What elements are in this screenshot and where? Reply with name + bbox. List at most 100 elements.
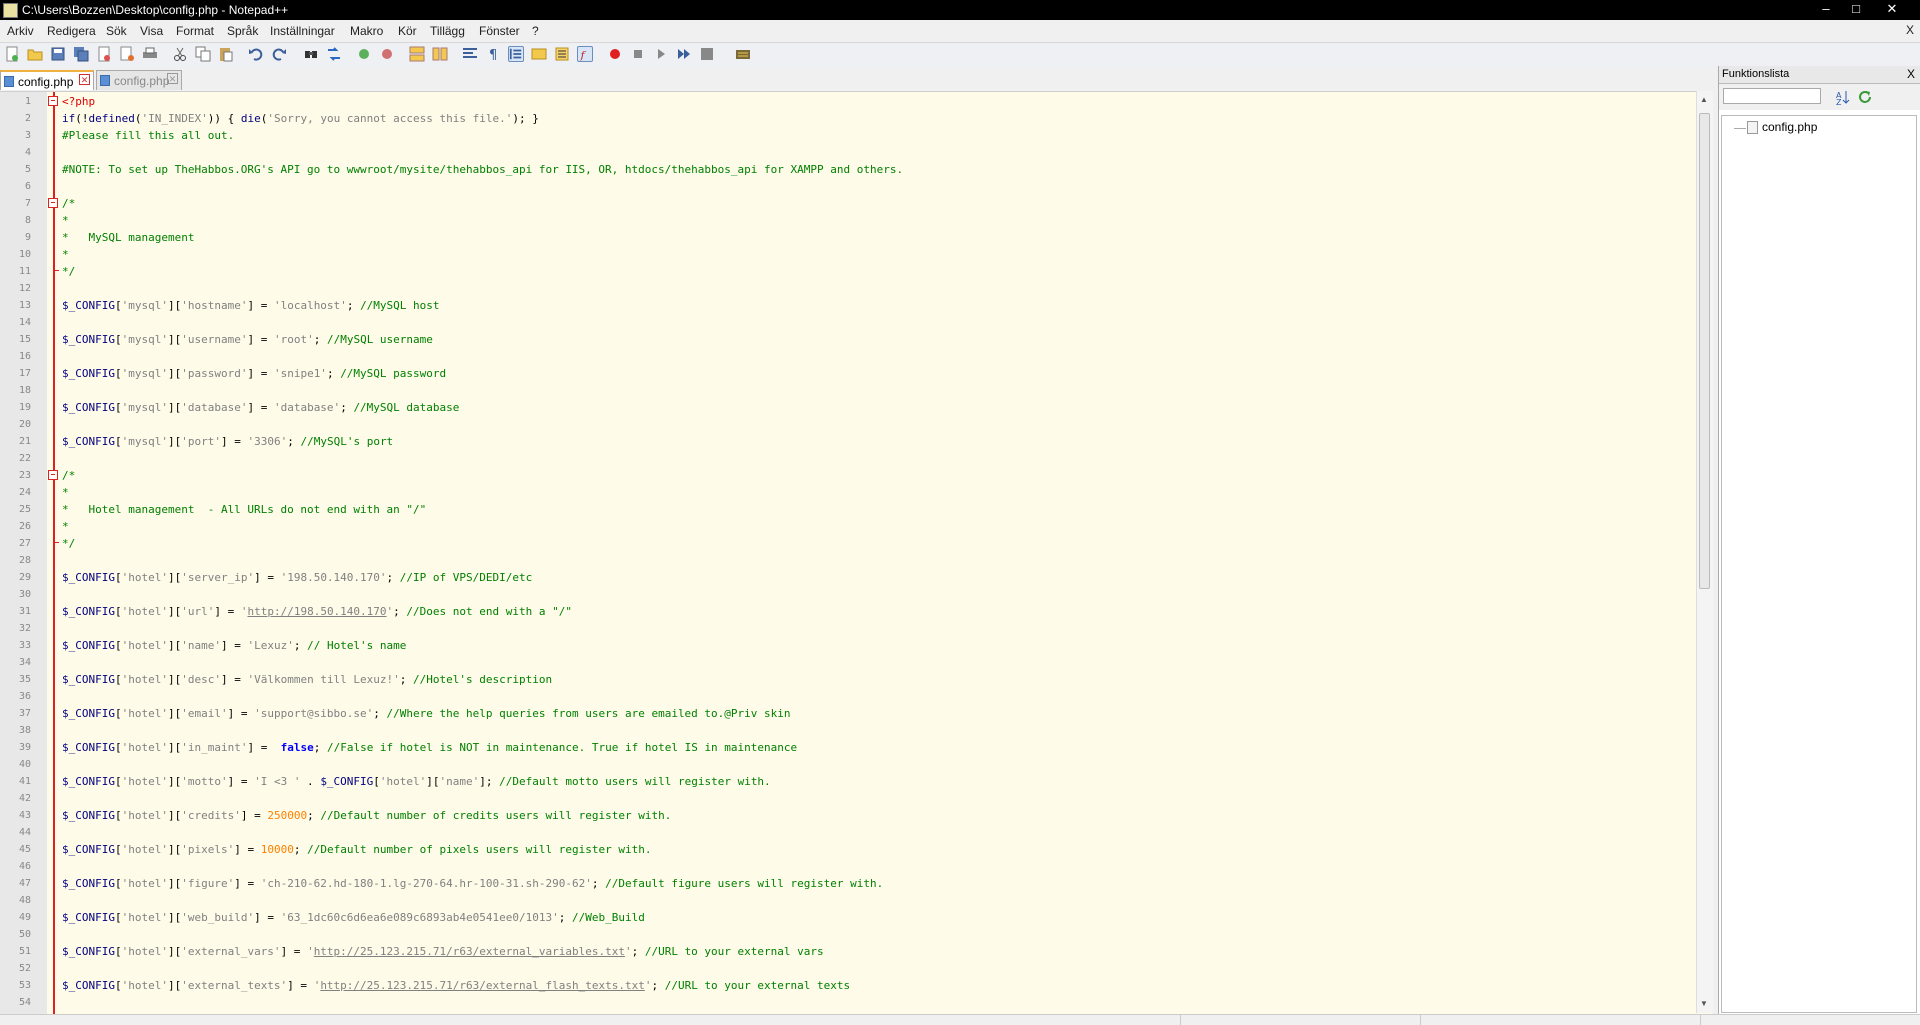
- replace-icon[interactable]: [326, 46, 342, 62]
- tab-close-icon[interactable]: ✕: [79, 74, 90, 85]
- sort-alphabetically-icon[interactable]: AZ: [1835, 89, 1851, 105]
- fold-end-marker: [53, 270, 59, 271]
- code-token: 'hotel': [121, 911, 168, 924]
- code-token[interactable]: http://198.50.140.170: [247, 605, 386, 618]
- redo-icon[interactable]: [271, 46, 287, 62]
- copy-icon[interactable]: [195, 46, 211, 62]
- doc-map-icon[interactable]: [554, 46, 570, 62]
- close-all-icon[interactable]: [119, 46, 135, 62]
- code-token: $_CONFIG: [62, 945, 115, 958]
- cut-icon[interactable]: [172, 46, 188, 62]
- menu-kor[interactable]: Kör: [398, 24, 417, 38]
- code-token: ;: [393, 605, 407, 618]
- fold-toggle-icon[interactable]: [48, 198, 58, 208]
- code-token: ;: [326, 367, 341, 380]
- undo-icon[interactable]: [248, 46, 264, 62]
- line-number: 30: [18, 589, 31, 600]
- refresh-icon[interactable]: [1857, 89, 1873, 105]
- code-token: ] =: [234, 877, 261, 890]
- paste-icon[interactable]: [218, 46, 234, 62]
- code-token: 'name': [439, 775, 480, 788]
- function-list-icon[interactable]: f: [577, 46, 593, 62]
- shortcut-mapper-icon[interactable]: [735, 46, 751, 62]
- close-window-button[interactable]: ✕: [1880, 1, 1904, 17]
- sync-horizontal-icon[interactable]: [432, 46, 448, 62]
- close-icon[interactable]: [96, 46, 112, 62]
- code-token: 'motto': [181, 775, 228, 788]
- function-list-tree[interactable]: config.php: [1721, 115, 1917, 1013]
- file-icon: [1747, 121, 1758, 134]
- menu-installningar[interactable]: Inställningar: [270, 24, 335, 38]
- notepadpp-app-icon[interactable]: [3, 3, 18, 18]
- code-token: ][: [167, 809, 182, 822]
- menu-tillagg[interactable]: Tillägg: [430, 24, 465, 38]
- stop-macro-icon[interactable]: [630, 46, 646, 62]
- code-token: ][: [167, 741, 182, 754]
- code-editor[interactable]: 1 <?php 2 if(!defined('IN_INDEX')) { die('S…: [0, 91, 1712, 1014]
- scrollbar-thumb[interactable]: [1699, 113, 1710, 589]
- function-list-close-button[interactable]: X: [1907, 67, 1915, 81]
- fold-toggle-icon[interactable]: [48, 96, 58, 106]
- code-token: [: [114, 401, 122, 414]
- line-number: 54: [18, 997, 31, 1008]
- code-token: $_CONFIG: [320, 775, 374, 788]
- menu-help[interactable]: ?: [532, 24, 539, 38]
- scroll-up-arrow-icon[interactable]: ▲: [1700, 95, 1708, 104]
- menu-arkiv[interactable]: Arkiv: [7, 24, 34, 38]
- menu-format[interactable]: Format: [176, 24, 214, 38]
- tree-item-config-php[interactable]: config.php: [1762, 120, 1817, 134]
- word-wrap-icon[interactable]: [462, 46, 478, 62]
- save-icon[interactable]: [50, 46, 66, 62]
- sync-vertical-icon[interactable]: [409, 46, 425, 62]
- zoom-in-icon[interactable]: [356, 46, 372, 62]
- fold-toggle-icon[interactable]: [48, 470, 58, 480]
- menu-visa[interactable]: Visa: [140, 24, 163, 38]
- code-token: [: [114, 435, 122, 448]
- code-token: $_CONFIG: [62, 639, 115, 652]
- menu-fonster[interactable]: Fönster: [479, 24, 520, 38]
- menu-redigera[interactable]: Redigera: [47, 24, 96, 38]
- code-text: *: [62, 246, 69, 263]
- play-macro-icon[interactable]: [653, 46, 669, 62]
- code-text: /*: [62, 195, 75, 212]
- code-token: //Default motto users will register with…: [499, 775, 771, 788]
- code-text: * MySQL management: [62, 229, 194, 246]
- print-icon[interactable]: [142, 46, 158, 62]
- editor-vertical-scrollbar[interactable]: ▲ ▼: [1696, 91, 1713, 1013]
- code-token: 'mysql': [121, 367, 168, 380]
- save-macro-icon[interactable]: [699, 46, 715, 62]
- find-icon[interactable]: [303, 46, 319, 62]
- show-all-chars-icon[interactable]: ¶: [485, 46, 501, 62]
- maximize-button[interactable]: □: [1844, 1, 1868, 17]
- line-number: 37: [18, 708, 31, 719]
- code-token: //MySQL host: [360, 299, 440, 312]
- close-document-button[interactable]: X: [1906, 23, 1914, 37]
- zoom-out-icon[interactable]: [379, 46, 395, 62]
- record-macro-icon[interactable]: [607, 46, 623, 62]
- menu-makro[interactable]: Makro: [350, 24, 383, 38]
- menu-sprak[interactable]: Språk: [227, 24, 258, 38]
- line-number: 41: [18, 776, 31, 787]
- minimize-button[interactable]: –: [1814, 1, 1838, 17]
- code-text: $_CONFIG['hotel']['pixels'] = 10000; //D…: [62, 841, 651, 858]
- code-token: [: [114, 775, 122, 788]
- function-list-search-input[interactable]: [1723, 88, 1821, 104]
- new-file-icon[interactable]: [4, 46, 20, 62]
- code-token[interactable]: http://25.123.215.71/r63/external_flash_…: [320, 979, 645, 992]
- tab-config-php[interactable]: config.php ✕: [96, 70, 182, 90]
- code-token: 'hotel': [121, 979, 168, 992]
- scroll-down-arrow-icon[interactable]: ▼: [1700, 999, 1708, 1008]
- code-token[interactable]: http://25.123.215.71/r63/external_variab…: [314, 945, 625, 958]
- run-macro-multiple-icon[interactable]: [676, 46, 692, 62]
- save-all-icon[interactable]: [73, 46, 89, 62]
- line-number: 42: [18, 793, 31, 804]
- open-file-icon[interactable]: [27, 46, 43, 62]
- tab-close-icon[interactable]: ✕: [167, 73, 178, 84]
- line-number: 16: [18, 351, 31, 362]
- code-token: ] =: [220, 673, 248, 686]
- tab-config-php-active[interactable]: config.php ✕: [0, 70, 94, 90]
- indent-guide-icon[interactable]: [508, 46, 524, 62]
- code-token: [: [114, 333, 122, 346]
- user-language-icon[interactable]: [531, 46, 547, 62]
- menu-sok[interactable]: Sök: [106, 24, 127, 38]
